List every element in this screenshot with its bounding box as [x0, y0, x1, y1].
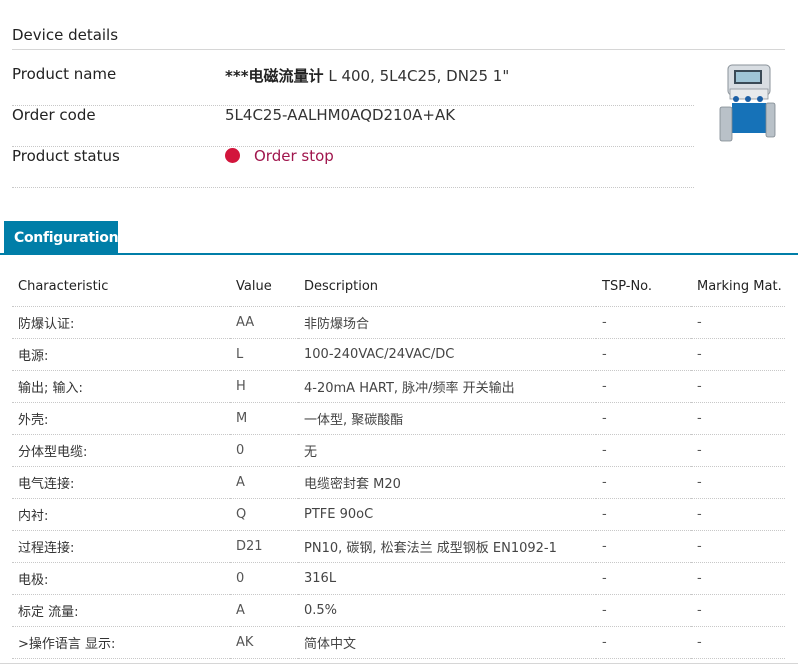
- product-status-value: Order stop: [225, 147, 334, 165]
- cell-marking-mat: -: [691, 562, 785, 595]
- tab-configuration[interactable]: Configuration: [4, 221, 119, 255]
- cell-value: A: [230, 594, 298, 627]
- cell-value: AK: [230, 626, 298, 659]
- table-row: 分体型电缆: 0 无 - -: [12, 434, 785, 467]
- cell-value: M: [230, 402, 298, 435]
- cell-characteristic: 外壳:: [12, 402, 230, 435]
- cell-tsp-no: -: [596, 434, 691, 467]
- table-row: 防爆认证: AA 非防爆场合 - -: [12, 306, 785, 339]
- product-status-row: Product status Order stop: [12, 147, 694, 188]
- table-row: 过程连接: D21 PN10, 碳钢, 松套法兰 成型钢板 EN1092-1 -…: [12, 530, 785, 563]
- cell-characteristic: 过程连接:: [12, 530, 230, 563]
- cell-characteristic: 输出; 输入:: [12, 370, 230, 403]
- product-name-rest: L 400, 5L4C25, DN25 1": [323, 67, 510, 85]
- order-code-row: Order code 5L4C25-AALHM0AQD210A+AK: [12, 106, 694, 147]
- cell-tsp-no: -: [596, 466, 691, 499]
- product-name-row: Product name ***电磁流量计 L 400, 5L4C25, DN2…: [12, 65, 694, 106]
- table-row: 内衬: Q PTFE 90oC - -: [12, 498, 785, 531]
- table-row: 电极: 0 316L - -: [12, 562, 785, 595]
- cell-tsp-no: -: [596, 402, 691, 435]
- column-header-characteristic: Characteristic: [12, 268, 230, 307]
- cell-characteristic: 分体型电缆:: [12, 434, 230, 467]
- product-name-label: Product name: [12, 65, 117, 83]
- cell-marking-mat: -: [691, 402, 785, 435]
- cell-value: A: [230, 466, 298, 499]
- configuration-table: Characteristic Value Description TSP-No.…: [12, 268, 785, 659]
- cell-description: 非防爆场合: [298, 306, 596, 339]
- cell-description: 无: [298, 434, 596, 467]
- cell-value: H: [230, 370, 298, 403]
- column-header-value: Value: [230, 268, 298, 307]
- column-header-description: Description: [298, 268, 596, 307]
- column-header-marking-mat: Marking Mat.: [691, 268, 785, 307]
- cell-description: 4-20mA HART, 脉冲/频率 开关输出: [298, 370, 596, 403]
- order-code-label: Order code: [12, 106, 96, 124]
- cell-description: 316L: [298, 562, 596, 595]
- tab-underline: [0, 253, 798, 255]
- cell-characteristic: 防爆认证:: [12, 306, 230, 339]
- cell-characteristic: 标定 流量:: [12, 594, 230, 627]
- cell-marking-mat: -: [691, 626, 785, 659]
- cell-description: 100-240VAC/24VAC/DC: [298, 338, 596, 371]
- cell-description: 电缆密封套 M20: [298, 466, 596, 499]
- table-row: 外壳: M 一体型, 聚碳酸酯 - -: [12, 402, 785, 435]
- cell-value: AA: [230, 306, 298, 339]
- table-row: >操作语言 显示: AK 简体中文 - -: [12, 626, 785, 659]
- cell-description: 0.5%: [298, 594, 596, 627]
- cell-marking-mat: -: [691, 530, 785, 563]
- section-title-device-details: Device details: [12, 26, 119, 44]
- table-row: 标定 流量: A 0.5% - -: [12, 594, 785, 627]
- cell-characteristic: >操作语言 显示:: [12, 626, 230, 659]
- cell-tsp-no: -: [596, 530, 691, 563]
- flowmeter-product-image: [719, 64, 776, 142]
- cell-description: 一体型, 聚碳酸酯: [298, 402, 596, 435]
- cell-tsp-no: -: [596, 594, 691, 627]
- cell-characteristic: 内衬:: [12, 498, 230, 531]
- product-name-value: ***电磁流量计 L 400, 5L4C25, DN25 1": [225, 65, 509, 86]
- cell-marking-mat: -: [691, 370, 785, 403]
- cell-marking-mat: -: [691, 434, 785, 467]
- cell-tsp-no: -: [596, 370, 691, 403]
- cell-tsp-no: -: [596, 338, 691, 371]
- cell-description: PTFE 90oC: [298, 498, 596, 531]
- cell-value: 0: [230, 434, 298, 467]
- table-row: 输出; 输入: H 4-20mA HART, 脉冲/频率 开关输出 - -: [12, 370, 785, 403]
- cell-characteristic: 电源:: [12, 338, 230, 371]
- cell-marking-mat: -: [691, 594, 785, 627]
- cell-tsp-no: -: [596, 562, 691, 595]
- cell-marking-mat: -: [691, 498, 785, 531]
- table-row: 电源: L 100-240VAC/24VAC/DC - -: [12, 338, 785, 371]
- product-status-label: Product status: [12, 147, 120, 165]
- cell-tsp-no: -: [596, 626, 691, 659]
- cell-tsp-no: -: [596, 306, 691, 339]
- cell-characteristic: 电气连接:: [12, 466, 230, 499]
- cell-description: PN10, 碳钢, 松套法兰 成型钢板 EN1092-1: [298, 530, 596, 563]
- divider: [12, 187, 694, 188]
- table-header-row: Characteristic Value Description TSP-No.…: [12, 268, 785, 307]
- cell-marking-mat: -: [691, 466, 785, 499]
- cell-value: D21: [230, 530, 298, 563]
- divider: [12, 49, 785, 50]
- column-header-tsp-no: TSP-No.: [596, 268, 691, 307]
- cell-value: L: [230, 338, 298, 371]
- table-row: 电气连接: A 电缆密封套 M20 - -: [12, 466, 785, 499]
- cell-description: 简体中文: [298, 626, 596, 659]
- status-dot-icon: [225, 148, 240, 163]
- cell-value: 0: [230, 562, 298, 595]
- cell-marking-mat: -: [691, 306, 785, 339]
- cell-value: Q: [230, 498, 298, 531]
- cell-characteristic: 电极:: [12, 562, 230, 595]
- divider: [0, 663, 798, 664]
- product-name-prefix: ***电磁流量计: [225, 67, 324, 85]
- cell-marking-mat: -: [691, 338, 785, 371]
- tab-bar: Configuration: [0, 221, 798, 255]
- order-code-value: 5L4C25-AALHM0AQD210A+AK: [225, 106, 456, 124]
- status-text: Order stop: [254, 147, 334, 165]
- cell-tsp-no: -: [596, 498, 691, 531]
